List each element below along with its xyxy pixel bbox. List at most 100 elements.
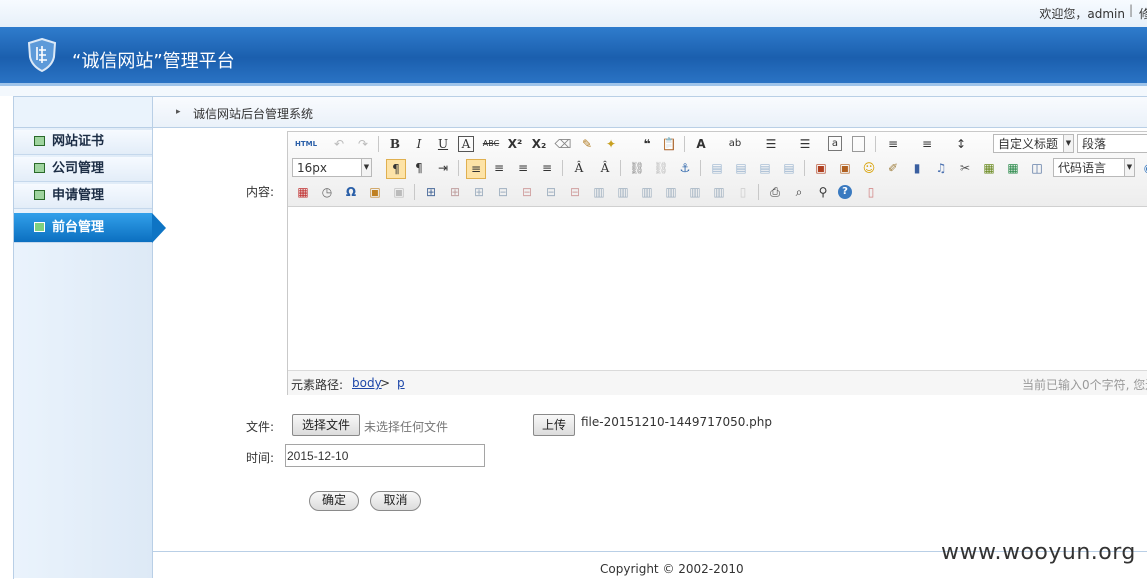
lowercase-icon[interactable]: Â xyxy=(596,159,614,177)
direction-rtl-icon[interactable]: ¶ xyxy=(410,159,428,177)
clear-doc-icon[interactable] xyxy=(852,136,865,152)
delete-table-icon[interactable]: ⊞ xyxy=(446,183,464,201)
page-break-icon[interactable]: ▯ xyxy=(734,183,752,201)
insert-row-icon[interactable]: ⊟ xyxy=(494,183,512,201)
insert-image-icon[interactable]: ▣ xyxy=(812,159,830,177)
image-right-icon[interactable]: ▤ xyxy=(756,159,774,177)
font-color-icon[interactable]: A xyxy=(692,135,710,153)
picture-icon xyxy=(34,190,45,200)
sidebar-item-label: 公司管理 xyxy=(52,161,105,176)
strikethrough-icon[interactable]: ABC xyxy=(482,135,500,153)
insert-video-icon[interactable]: ▮ xyxy=(908,159,926,177)
element-path-body-link[interactable]: body xyxy=(352,376,382,390)
select-all-icon[interactable]: a xyxy=(828,136,842,151)
toolbar-divider xyxy=(684,136,685,152)
indent-icon[interactable]: ⇥ xyxy=(434,159,452,177)
sidebar-item-company[interactable]: 公司管理 xyxy=(14,157,152,182)
scrawl-icon[interactable]: ✐ xyxy=(884,159,902,177)
eraser-icon[interactable]: ⌫ xyxy=(554,135,572,153)
sidebar-item-certificates[interactable]: 网站证书 xyxy=(14,130,152,155)
uppercase-icon[interactable]: Â xyxy=(570,159,588,177)
code-language-select[interactable]: 代码语言 ▼ xyxy=(1053,158,1135,177)
time-input[interactable] xyxy=(285,444,485,467)
row-spacing-top-icon[interactable]: ≡ xyxy=(884,135,902,153)
split-cols-icon[interactable]: ▥ xyxy=(710,183,728,201)
line-height-icon[interactable]: ↕ xyxy=(952,135,970,153)
font-size-value: 16px xyxy=(297,161,327,175)
blockquote-icon[interactable]: ❝ xyxy=(638,135,656,153)
italic-icon[interactable]: I xyxy=(410,135,428,153)
insert-frame-icon[interactable]: ◫ xyxy=(1028,159,1046,177)
date-icon[interactable]: ▦ xyxy=(294,183,312,201)
special-chars-icon[interactable]: Ω xyxy=(342,183,360,201)
subscript-icon[interactable]: X₂ xyxy=(530,135,548,153)
bullet-icon: ▸ xyxy=(176,107,181,117)
drafts-icon[interactable]: ▯ xyxy=(862,183,880,201)
element-path-p-link[interactable]: p xyxy=(397,376,405,390)
anchor-icon[interactable]: ⚓ xyxy=(676,159,694,177)
auto-format-icon[interactable]: ✦ xyxy=(602,135,620,153)
word-image-icon[interactable]: ▣ xyxy=(366,183,384,201)
image-center-icon[interactable]: ▤ xyxy=(780,159,798,177)
bold-icon[interactable]: B xyxy=(386,135,404,153)
element-path-separator: > xyxy=(380,376,391,390)
align-left-icon[interactable]: ≡ xyxy=(466,159,486,179)
sidebar-item-frontend[interactable]: 前台管理 xyxy=(14,213,166,243)
undo-icon[interactable]: ↶ xyxy=(330,135,348,153)
align-justify-icon[interactable]: ≡ xyxy=(538,159,556,177)
align-right-icon[interactable]: ≡ xyxy=(514,159,532,177)
multi-image-icon[interactable]: ▣ xyxy=(836,159,854,177)
emotion-icon[interactable]: ☺ xyxy=(860,159,878,177)
row-spacing-bottom-icon[interactable]: ≡ xyxy=(918,135,936,153)
gmap-icon[interactable]: ▦ xyxy=(1004,159,1022,177)
paragraph-select[interactable]: 段落 xyxy=(1077,134,1147,153)
font-size-select[interactable]: 16px ▼ xyxy=(292,158,372,177)
custom-heading-select[interactable]: 自定义标题 ▼ xyxy=(993,134,1074,153)
topbar-link-truncated[interactable]: 修 xyxy=(1139,5,1147,22)
format-brush-icon[interactable]: ✎ xyxy=(578,135,596,153)
paste-plain-icon[interactable]: 📋 xyxy=(660,135,678,153)
link-icon[interactable]: ⛓ xyxy=(628,159,646,177)
choose-file-button[interactable]: 选择文件 xyxy=(292,414,360,436)
split-cells-icon[interactable]: ▥ xyxy=(662,183,680,201)
html-source-icon[interactable]: HTML xyxy=(294,135,318,153)
snapscreen-icon[interactable]: ▣ xyxy=(390,183,408,201)
merge-cells-icon[interactable]: ▥ xyxy=(590,183,608,201)
unordered-list-icon[interactable]: ☰ xyxy=(796,135,814,153)
cancel-button[interactable]: 取消 xyxy=(370,491,421,511)
template-icon[interactable]: ◉ xyxy=(1140,159,1147,177)
merge-down-icon[interactable]: ▥ xyxy=(638,183,656,201)
direction-ltr-icon[interactable]: ¶ xyxy=(386,159,406,179)
image-none-icon[interactable]: ▤ xyxy=(708,159,726,177)
unlink-icon[interactable]: ⛓ xyxy=(652,159,670,177)
map-icon[interactable]: ▦ xyxy=(980,159,998,177)
search-replace-icon[interactable]: ⚲ xyxy=(814,183,832,201)
delete-row-icon[interactable]: ⊟ xyxy=(518,183,536,201)
insert-table-icon[interactable]: ⊞ xyxy=(422,183,440,201)
redo-icon[interactable]: ↷ xyxy=(354,135,372,153)
confirm-button[interactable]: 确定 xyxy=(309,491,359,511)
delete-col-icon[interactable]: ⊟ xyxy=(566,183,584,201)
align-center-icon[interactable]: ≡ xyxy=(490,159,508,177)
underline-icon[interactable]: U xyxy=(434,135,452,153)
font-border-icon[interactable]: A xyxy=(458,136,474,152)
upload-button[interactable]: 上传 xyxy=(533,414,575,436)
sidebar-item-applications[interactable]: 申请管理 xyxy=(14,184,152,209)
toolbar-divider xyxy=(378,136,379,152)
music-icon[interactable]: ♫ xyxy=(932,159,950,177)
rich-text-editor[interactable]: HTML ↶ ↷ B I U A ABC X² X₂ ⌫ ✎ ✦ ❝ 📋 A a… xyxy=(287,131,1147,395)
background-color-icon[interactable]: ab xyxy=(726,135,744,153)
help-icon[interactable]: ? xyxy=(838,185,852,199)
print-icon[interactable]: ⎙ xyxy=(766,183,784,201)
insert-col-icon[interactable]: ⊟ xyxy=(542,183,560,201)
preview-icon[interactable]: ⌕ xyxy=(790,183,808,201)
ordered-list-icon[interactable]: ☰ xyxy=(762,135,780,153)
superscript-icon[interactable]: X² xyxy=(506,135,524,153)
image-left-icon[interactable]: ▤ xyxy=(732,159,750,177)
merge-right-icon[interactable]: ▥ xyxy=(614,183,632,201)
insert-paragraph-before-table-icon[interactable]: ⊞ xyxy=(470,183,488,201)
time-icon[interactable]: ◷ xyxy=(318,183,336,201)
toolbar-divider xyxy=(700,160,701,176)
split-rows-icon[interactable]: ▥ xyxy=(686,183,704,201)
attachment-icon[interactable]: ✂ xyxy=(956,159,974,177)
